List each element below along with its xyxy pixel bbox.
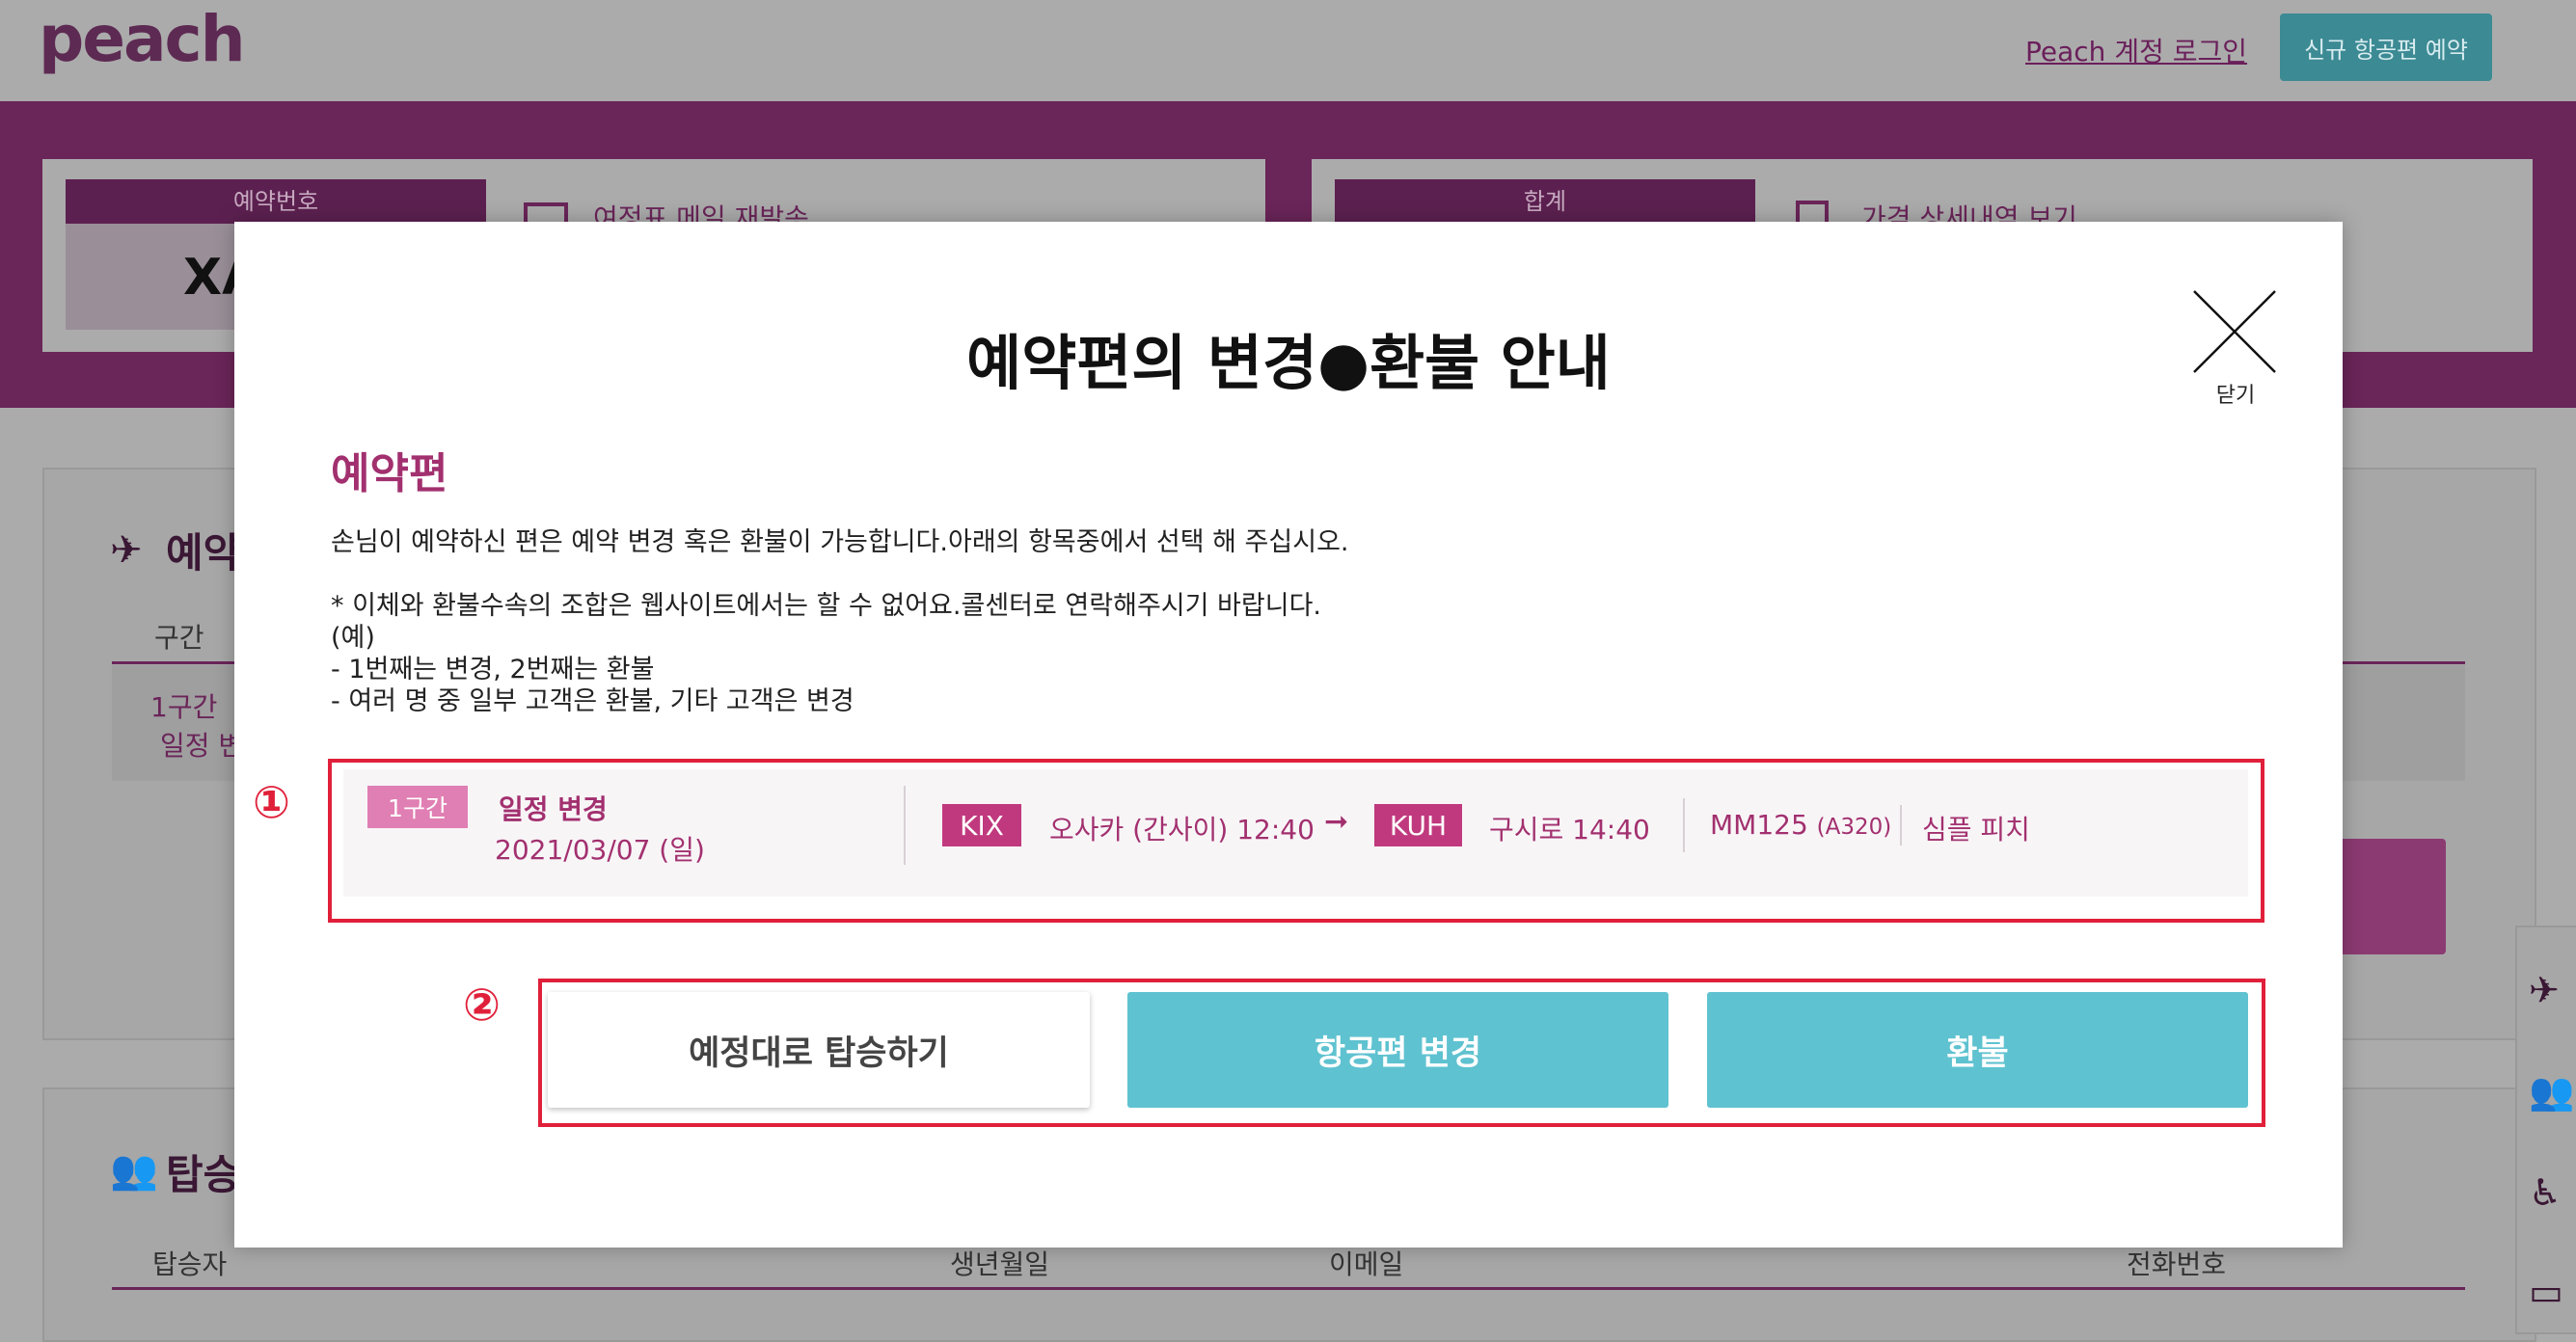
refund-button[interactable]: 환불	[1707, 992, 2248, 1108]
col-header-segment: 구간	[154, 622, 204, 654]
segment-cell: 1구간	[150, 691, 218, 723]
plane-icon[interactable]: ✈	[2529, 969, 2560, 1011]
origin-code-badge: KIX	[942, 804, 1021, 846]
card-icon[interactable]: ▭	[2529, 1271, 2563, 1313]
peach-logo[interactable]: peach	[39, 2, 246, 76]
section-title-reservation: 예약	[166, 529, 241, 577]
section-title-passengers: 탑승	[166, 1151, 241, 1198]
section-label: 예약편	[331, 449, 448, 498]
close-icon[interactable]	[2192, 289, 2277, 374]
divider	[112, 1287, 2465, 1290]
divider	[1900, 805, 1902, 845]
modal-description: 손님이 예약하신 편은 예약 변경 혹은 환불이 가능합니다.아래의 항목중에서…	[331, 527, 1349, 557]
segment-status-cell: 일정 변	[160, 730, 244, 762]
people-icon: 👥	[110, 1148, 158, 1193]
note-line: - 1번째는 변경, 2번째는 환불	[331, 655, 655, 684]
annotation-marker-1: ①	[253, 776, 290, 828]
destination-text: 구시로 14:40	[1489, 814, 1650, 845]
col-header-email: 이메일	[1329, 1248, 1404, 1280]
destination-code-badge: KUH	[1374, 804, 1462, 846]
new-booking-button[interactable]: 신규 항공편 예약	[2280, 13, 2492, 81]
col-header-birthdate: 생년월일	[950, 1248, 1050, 1280]
annotation-marker-2: ②	[463, 979, 501, 1031]
segment-action: 일정 변경	[499, 793, 608, 825]
divider	[904, 786, 906, 865]
flight-number: MM125 (A320)	[1710, 809, 1891, 841]
close-label[interactable]: 닫기	[2211, 378, 2260, 409]
reservation-label: 예약번호	[66, 179, 486, 224]
col-header-passenger: 탑승자	[152, 1248, 228, 1280]
change-flight-button[interactable]: 항공편 변경	[1127, 992, 1668, 1108]
people-icon[interactable]: 👥	[2529, 1070, 2574, 1114]
fare-type: 심플 피치	[1922, 814, 2030, 845]
note-line: (예)	[331, 623, 375, 653]
col-header-phone: 전화번호	[2127, 1248, 2227, 1280]
segment-tag: 1구간	[367, 786, 468, 828]
modal-note: * 이체와 환불수속의 조합은 웹사이트에서는 할 수 없어요.콜센터로 연락해…	[331, 590, 1321, 717]
total-label: 합계	[1335, 179, 1755, 224]
note-line: * 이체와 환불수속의 조합은 웹사이트에서는 할 수 없어요.콜센터로 연락해…	[331, 591, 1321, 621]
plane-icon: ✈	[110, 528, 143, 573]
modal-title: 예약편의 변경●환불 안내	[966, 328, 1611, 398]
segment-action-button[interactable]	[2334, 839, 2446, 954]
arrow-right-icon: ➞	[1324, 805, 1349, 839]
login-link[interactable]: Peach 계정 로그인	[2025, 31, 2247, 69]
divider	[1683, 798, 1685, 852]
origin-text: 오사카 (간사이) 12:40	[1049, 814, 1315, 845]
wheelchair-icon[interactable]: ♿	[2529, 1171, 2562, 1214]
flight-number-text: MM125	[1710, 809, 1808, 841]
keep-booking-button[interactable]: 예정대로 탑승하기	[548, 992, 1090, 1108]
aircraft-type: (A320)	[1816, 815, 1892, 840]
segment-date: 2021/03/07 (일)	[495, 834, 705, 866]
note-line: - 여러 명 중 일부 고객은 환불, 기타 고객은 변경	[331, 686, 854, 716]
